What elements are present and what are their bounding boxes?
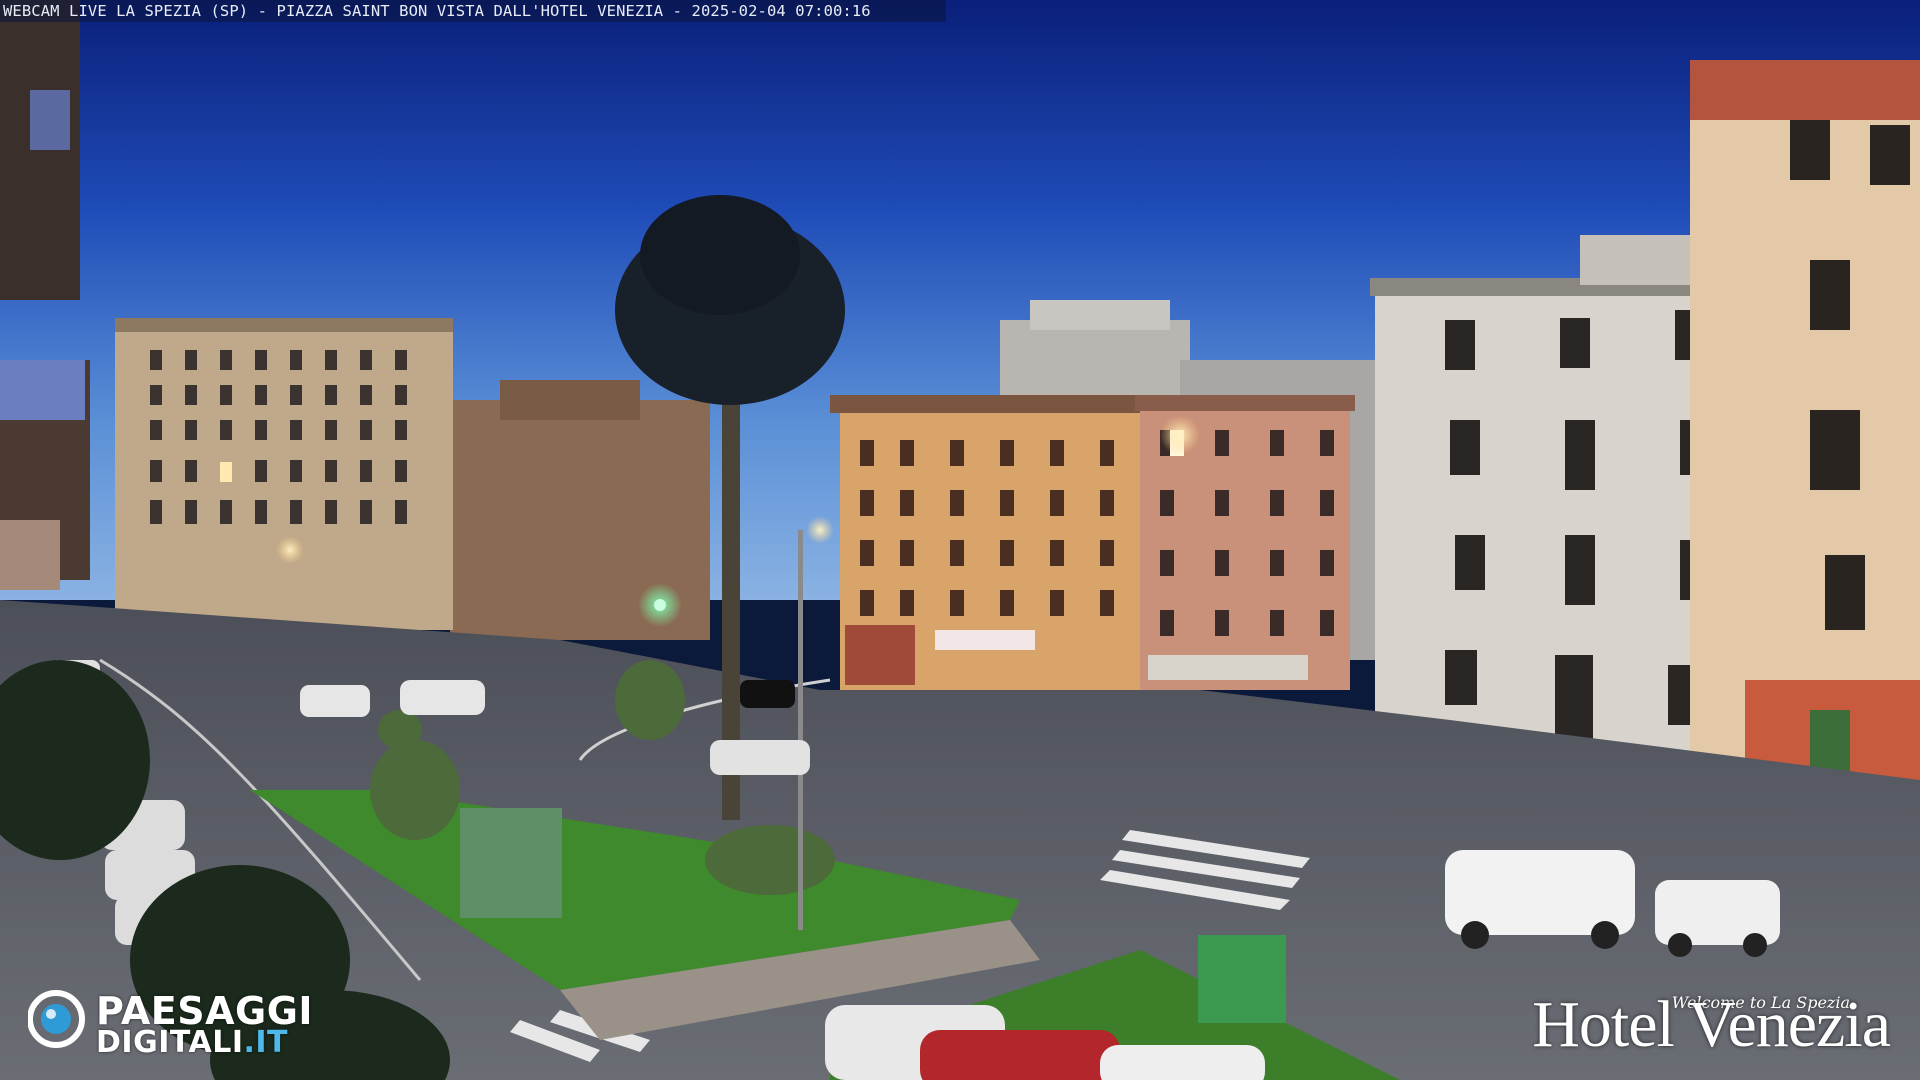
hotel-name: Hotel Venezia [1532, 988, 1891, 1061]
left-foreground-building [0, 0, 90, 590]
left-building [115, 318, 453, 630]
paesaggi-digitali-logo: PAESAGGI DIGITALI.IT [28, 985, 328, 1060]
camera-lens-icon [28, 990, 85, 1048]
center-building [830, 395, 1150, 700]
webcam-caption: WEBCAM LIVE LA SPEZIA (SP) - PIAZZA SAIN… [0, 0, 946, 22]
hotel-venezia-logo: Welcome to La Spezia Hotel Venezia [1510, 985, 1891, 1065]
logo-text-tld: .IT [243, 1025, 289, 1060]
webcam-scene [0, 0, 1920, 1080]
logo-text-main: DIGITALI [96, 1025, 244, 1060]
green-kiosk [460, 808, 562, 918]
white-van [1445, 850, 1635, 949]
logo-text-line2: DIGITALI.IT [96, 1025, 288, 1060]
